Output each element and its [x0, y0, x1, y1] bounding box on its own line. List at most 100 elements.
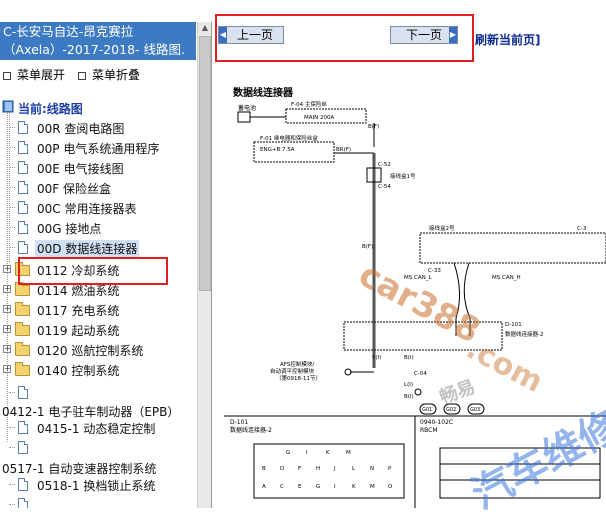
- svg-text:K: K: [326, 450, 330, 456]
- svg-text:RBCM: RBCM: [420, 427, 438, 434]
- svg-text:MAIN 200A: MAIN 200A: [304, 115, 334, 121]
- tree-item[interactable]: [0, 438, 196, 458]
- svg-text:J: J: [333, 466, 336, 472]
- svg-text:C-52: C-52: [378, 162, 391, 168]
- document-icon: [18, 498, 28, 508]
- tree-folder[interactable]: + 0117 充电系统: [0, 300, 196, 320]
- document-icon: [18, 221, 28, 234]
- svg-text:D: D: [280, 466, 284, 472]
- collapse-all-link[interactable]: 菜单折叠: [78, 66, 140, 83]
- svg-text:G03: G03: [470, 407, 480, 413]
- svg-text:C-04: C-04: [414, 371, 427, 377]
- refresh-page-link[interactable]: 刷新当前页]: [475, 31, 541, 48]
- svg-text:D-101: D-101: [230, 419, 248, 426]
- folder-icon: [15, 322, 30, 336]
- svg-text:C: C: [280, 484, 284, 490]
- svg-text:B(F): B(F): [362, 244, 373, 250]
- folder-icon: [15, 302, 30, 316]
- svg-text:C-33: C-33: [428, 268, 441, 274]
- svg-text:H: H: [316, 466, 320, 472]
- document-icon: [18, 241, 28, 254]
- svg-text:K: K: [352, 484, 356, 490]
- tree-item[interactable]: 0518-1 换档锁止系统: [0, 475, 196, 495]
- battery-label: 蓄电池: [238, 104, 256, 112]
- expand-icon[interactable]: +: [3, 265, 11, 273]
- highlight-annotation: [215, 14, 474, 62]
- svg-text:I: I: [306, 450, 308, 456]
- svg-text:C-54: C-54: [378, 184, 391, 190]
- svg-text:O: O: [388, 484, 393, 490]
- book-icon: [2, 100, 14, 113]
- tree-item[interactable]: 00C 常用连接器表: [0, 198, 196, 218]
- expand-icon[interactable]: +: [3, 305, 11, 313]
- document-icon: [18, 161, 28, 174]
- document-icon: [18, 441, 28, 454]
- tree-folder[interactable]: + 0119 起动系统: [0, 320, 196, 340]
- vertical-scrollbar[interactable]: ▲: [197, 22, 211, 508]
- document-title: C-长安马自达-昂克赛拉 （Axela）-2017-2018- 线路图.: [0, 22, 196, 60]
- svg-text:ENG+B 7.5A: ENG+B 7.5A: [260, 147, 295, 153]
- tree-item[interactable]: 00R 查阅电路图: [0, 118, 196, 138]
- svg-text:AFS控制模块/: AFS控制模块/: [280, 360, 314, 368]
- svg-text:MS CAN_H: MS CAN_H: [492, 275, 521, 281]
- svg-text:M: M: [370, 484, 375, 490]
- square-icon: [78, 71, 86, 80]
- svg-text:I: I: [334, 484, 336, 490]
- svg-text:数据线连接器-2: 数据线连接器-2: [505, 330, 543, 338]
- svg-text:C-3: C-3: [577, 226, 587, 232]
- document-icon: [18, 201, 28, 214]
- document-icon: [18, 421, 28, 434]
- tree-item[interactable]: [0, 495, 196, 508]
- svg-text:B(I): B(I): [404, 355, 414, 361]
- svg-text:0940-102C: 0940-102C: [420, 419, 453, 426]
- document-icon: [18, 121, 28, 134]
- tree-item[interactable]: 00F 保险丝盒: [0, 178, 196, 198]
- svg-text:自动调平控制模块: 自动调平控制模块: [270, 367, 315, 375]
- svg-text:M: M: [346, 450, 351, 456]
- folder-icon: [15, 342, 30, 356]
- expand-icon[interactable]: +: [3, 325, 11, 333]
- expand-icon[interactable]: +: [3, 345, 11, 353]
- svg-text:E: E: [298, 484, 302, 490]
- scrollbar-thumb[interactable]: [199, 36, 211, 291]
- tree-item[interactable]: 0415-1 动态稳定控制: [0, 418, 196, 438]
- svg-text:A: A: [262, 484, 266, 490]
- svg-text:F-01 继电器和保险丝盒: F-01 继电器和保险丝盒: [260, 134, 318, 142]
- expand-icon[interactable]: +: [3, 365, 11, 373]
- svg-text:Y(I): Y(I): [371, 355, 381, 361]
- diagram-title: 数据线连接器: [233, 86, 294, 99]
- svg-text:F-04 主保险丝: F-04 主保险丝: [291, 100, 327, 108]
- folder-icon: [15, 362, 30, 376]
- scroll-up-icon[interactable]: ▲: [199, 22, 211, 34]
- document-icon: [18, 181, 28, 194]
- document-icon: [18, 478, 28, 491]
- tree-folder[interactable]: + 0140 控制系统: [0, 360, 196, 380]
- expand-all-link[interactable]: 菜单展开: [3, 66, 65, 83]
- highlight-annotation: [18, 257, 168, 285]
- svg-text:G: G: [316, 484, 320, 490]
- tree-item[interactable]: 00P 电气系统通用程序: [0, 138, 196, 158]
- svg-text:D-101: D-101: [505, 322, 522, 328]
- svg-text:数据线连接器-2: 数据线连接器-2: [230, 426, 272, 434]
- svg-text:接线盒1号: 接线盒1号: [390, 172, 416, 180]
- navigation-pane: C-长安马自达-昂克赛拉 （Axela）-2017-2018- 线路图. 菜单展…: [0, 22, 212, 508]
- tree-item[interactable]: [0, 383, 196, 403]
- wiring-diagram: 数据线连接器 蓄电池 F-04 主保险丝 MAIN 200A B(F) F-01…: [224, 78, 606, 518]
- svg-text:接线盒2号: 接线盒2号: [429, 224, 455, 232]
- tree-folder[interactable]: + 0120 巡航控制系统: [0, 340, 196, 360]
- svg-text:G: G: [286, 450, 290, 456]
- svg-text:L(I): L(I): [404, 382, 413, 388]
- tree-item[interactable]: 00G 接地点: [0, 218, 196, 238]
- square-icon: [3, 71, 11, 80]
- tree-item-selected[interactable]: 00D 数据线连接器: [0, 238, 196, 258]
- svg-text:G01: G01: [422, 407, 432, 413]
- tree-item[interactable]: 00E 电气接线图: [0, 158, 196, 178]
- svg-text:B: B: [262, 466, 266, 472]
- svg-text:MS CAN_L: MS CAN_L: [404, 275, 432, 281]
- tree-root-current[interactable]: 当前:线路图: [0, 98, 196, 118]
- wiring-diagram-drawing: 数据线连接器 蓄电池 F-04 主保险丝 MAIN 200A B(F) F-01…: [224, 86, 606, 508]
- expand-icon[interactable]: +: [3, 285, 11, 293]
- connector-pin-grid: G I K M B D F H J L N P A C E G I K M O: [253, 443, 405, 499]
- svg-text:P: P: [388, 466, 392, 472]
- svg-text:（第0918-11节）: （第0918-11节）: [276, 374, 321, 382]
